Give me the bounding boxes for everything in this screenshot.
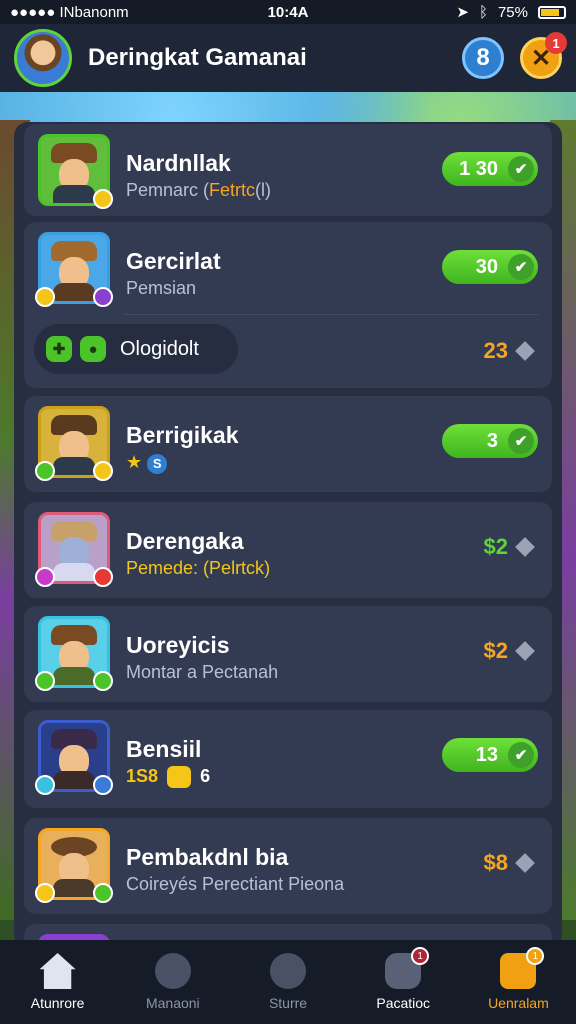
player-avatar-icon bbox=[35, 406, 113, 481]
player-subtitle: 1S8 6 bbox=[126, 766, 210, 789]
leaderboard-row[interactable]: Derengaka Pemede: (Pelrtck) $2 bbox=[24, 502, 552, 598]
player-name: Berrigikak bbox=[126, 422, 239, 448]
home-icon bbox=[39, 953, 76, 989]
nav-store[interactable]: Sturre bbox=[230, 940, 345, 1024]
score-pill[interactable]: 3 ✔ bbox=[442, 424, 538, 458]
check-icon: ✔ bbox=[508, 428, 534, 454]
player-avatar-icon bbox=[35, 512, 113, 587]
player-name: Derengaka bbox=[126, 528, 244, 554]
nav-home[interactable]: Atunrore bbox=[0, 940, 115, 1024]
user-icon bbox=[154, 953, 191, 989]
group-chip[interactable]: ✚ ● Ologidolt bbox=[34, 324, 238, 374]
leaderboard-row[interactable]: Uoreyicis Montar a Pectanah $2 bbox=[24, 606, 552, 702]
player-avatar-icon bbox=[38, 134, 113, 209]
player-name: Gercirlat bbox=[126, 248, 221, 274]
coin-badge[interactable]: 8 bbox=[462, 37, 504, 79]
leaderboard-row[interactable]: Bensiil 1S8 6 13 ✔ bbox=[24, 710, 552, 808]
store-icon bbox=[270, 953, 306, 989]
leaderboard-row[interactable]: Nardnllak Pemnarc (Fetrtc(l) 1 30 ✔ bbox=[24, 124, 552, 216]
page-title: Deringkat Gamanai bbox=[88, 44, 307, 71]
status-bar: ●●●●● INbanonm 10:4A ➤ ᛒ 75% bbox=[0, 0, 576, 24]
player-subtitle: Pemnarc (Fetrtc(l) bbox=[126, 180, 272, 200]
player-subtitle: Pemsian bbox=[126, 278, 197, 298]
nav-badge: 1 bbox=[411, 947, 430, 965]
bottom-nav: Atunrore Manaoni Sturre 1 Pacatioc 1 Uen… bbox=[0, 940, 576, 1024]
gold-bag-icon bbox=[167, 766, 192, 789]
s-icon: S bbox=[147, 454, 168, 474]
player-avatar-icon bbox=[35, 232, 113, 307]
check-icon: ✔ bbox=[508, 254, 534, 280]
score-pill[interactable]: 30 ✔ bbox=[442, 250, 538, 284]
nav-badge: 1 bbox=[526, 947, 545, 965]
battery-icon bbox=[538, 5, 566, 19]
player-name: Uoreyicis bbox=[126, 632, 230, 658]
leaderboard-row-expanded[interactable]: Gercirlat Pemsian 30 ✔ ✚ ● Ologidolt 23 bbox=[24, 222, 552, 388]
header: Deringkat Gamanai 8 ✕ 1 bbox=[0, 24, 576, 92]
nav-profile[interactable]: Manaoni bbox=[115, 940, 230, 1024]
score-pill[interactable]: 1 30 ✔ bbox=[442, 152, 538, 186]
diamond-icon bbox=[515, 341, 535, 361]
player-subtitle: ★ S bbox=[126, 452, 168, 474]
chat-icon: ● bbox=[80, 336, 106, 362]
check-icon: ✔ bbox=[508, 156, 534, 182]
diamond-icon bbox=[515, 853, 535, 873]
group-label: Ologidolt bbox=[120, 337, 199, 360]
row-score: $8 bbox=[484, 850, 535, 876]
player-avatar-icon bbox=[35, 720, 113, 795]
gamepad-icon: ✚ bbox=[46, 336, 72, 362]
diamond-icon bbox=[515, 537, 535, 557]
player-subtitle: Coireyés Perectiant Pieona bbox=[126, 874, 345, 894]
player-name: Bensiil bbox=[126, 736, 202, 762]
check-icon: ✔ bbox=[508, 742, 534, 768]
leaderboard-panel: Nardnllak Pemnarc (Fetrtc(l) 1 30 ✔ Gerc… bbox=[14, 122, 562, 948]
close-button[interactable]: ✕ 1 bbox=[520, 32, 567, 79]
player-avatar[interactable] bbox=[14, 29, 72, 87]
group-score: 23 bbox=[484, 338, 535, 364]
nav-map[interactable]: 1 Pacatioc bbox=[346, 940, 461, 1024]
player-avatar-icon bbox=[35, 828, 113, 903]
map-icon: 1 bbox=[385, 947, 430, 989]
player-name: Nardnllak bbox=[126, 150, 231, 176]
row-score: $2 bbox=[484, 534, 535, 560]
leaderboard-row[interactable]: Pembakdnl bia Coireyés Perectiant Pieona… bbox=[24, 818, 552, 914]
divider bbox=[124, 314, 538, 315]
trophy-icon: 1 bbox=[500, 947, 545, 989]
diamond-icon bbox=[515, 641, 535, 661]
clock: 10:4A bbox=[267, 3, 309, 21]
player-name: Pembakdnl bia bbox=[126, 844, 289, 870]
score-pill[interactable]: 13 ✔ bbox=[442, 738, 538, 772]
leaderboard-row[interactable]: Berrigikak ★ S 3 ✔ bbox=[24, 396, 552, 492]
notification-badge: 1 bbox=[545, 32, 567, 54]
star-icon: ★ bbox=[126, 452, 143, 472]
player-avatar-icon bbox=[35, 616, 113, 691]
player-subtitle: Pemede: (Pelrtck) bbox=[126, 558, 271, 578]
nav-leaderboard[interactable]: 1 Uenralam bbox=[461, 940, 576, 1024]
player-subtitle: Montar a Pectanah bbox=[126, 662, 279, 682]
row-score: $2 bbox=[484, 638, 535, 664]
